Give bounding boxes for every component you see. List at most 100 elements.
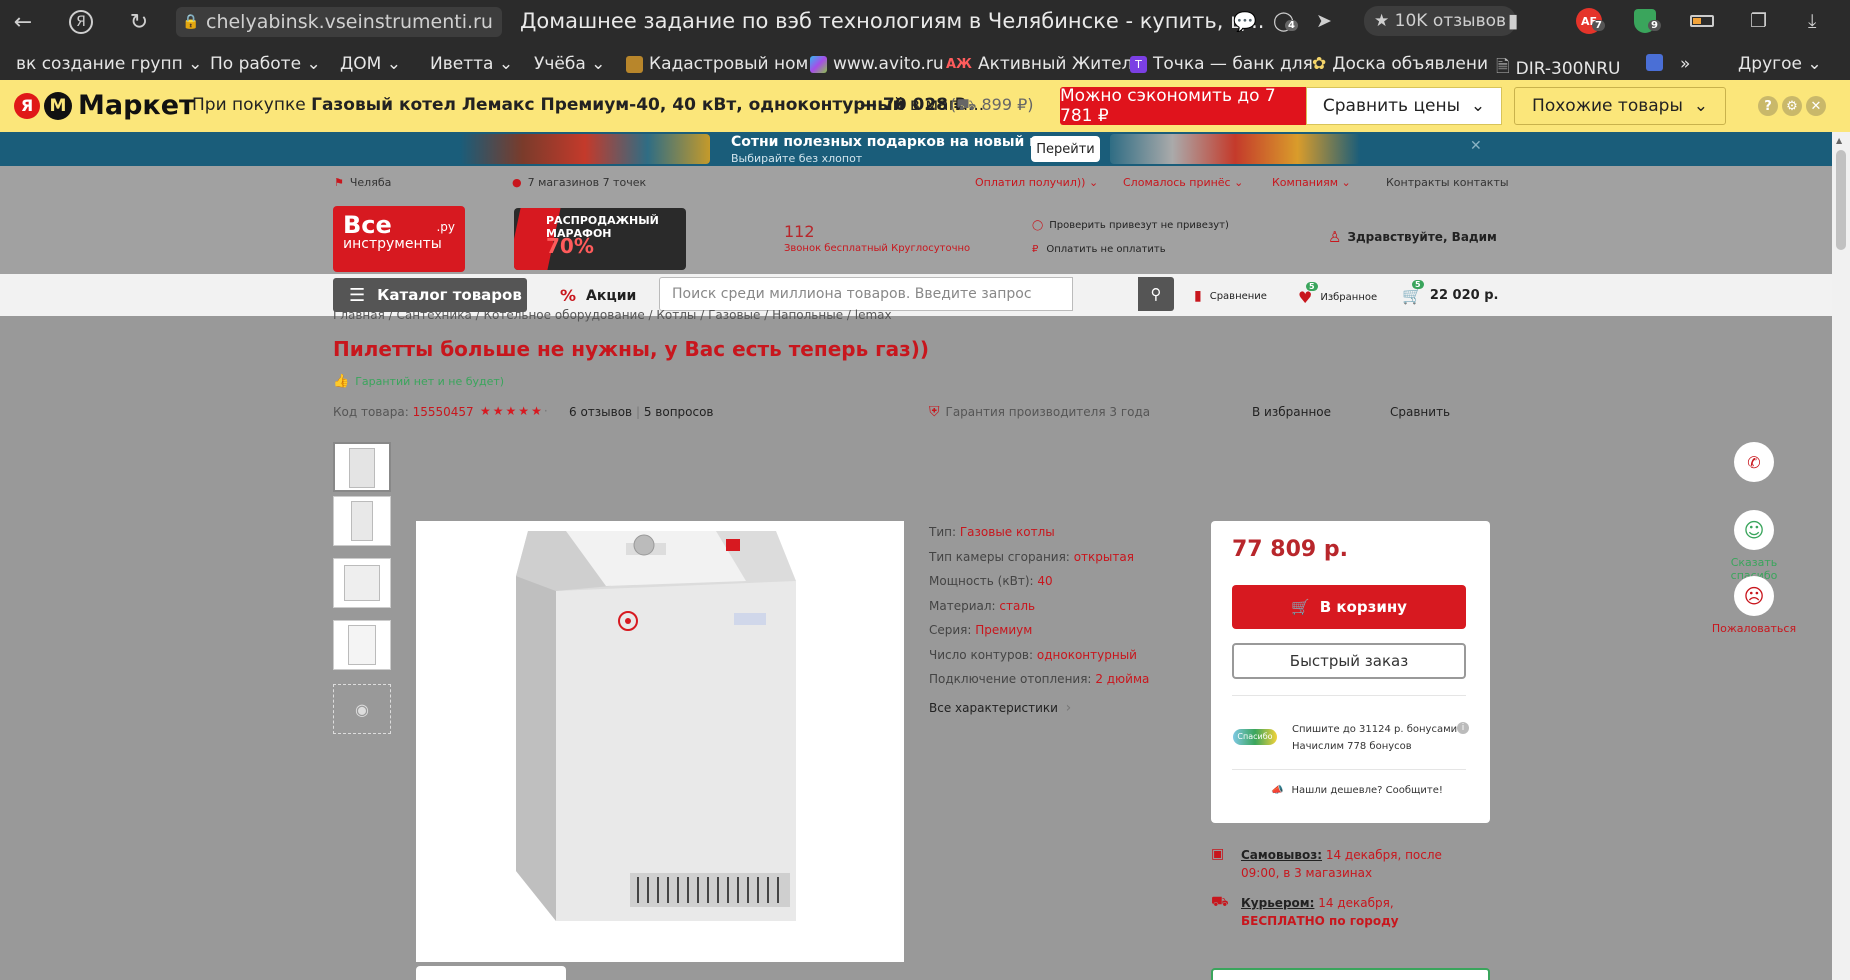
banner-go-button[interactable]: Перейти	[1031, 136, 1100, 162]
add-to-cart-button[interactable]: 🛒 В корзину	[1232, 585, 1466, 629]
close-icon[interactable]: ✕	[1806, 96, 1826, 116]
complain-label[interactable]: Пожаловаться	[1706, 622, 1802, 635]
bookmark-link[interactable]: ✿ Доска объявлени	[1312, 54, 1488, 74]
catalog-button[interactable]: ☰ Каталог товаров	[333, 278, 527, 312]
aliexpress-icon[interactable]: AE 7	[1576, 6, 1605, 36]
callback-button[interactable]: ✆	[1734, 442, 1774, 482]
bookmark-folder[interactable]: Учёба ⌄	[534, 54, 605, 74]
banner-close-icon[interactable]: ✕	[1470, 138, 1482, 154]
add-to-favorites-link[interactable]: В избранное	[1252, 405, 1331, 419]
phone-number[interactable]: 112	[784, 222, 815, 241]
sale-marathon-promo[interactable]: РАСПРОДАЖНЫЙ МАРАФОН 70%	[514, 208, 686, 270]
product-thumbnail[interactable]	[333, 558, 391, 608]
payment-link[interactable]: ₽ Оплатить не оплатить	[1032, 244, 1166, 255]
stores-link[interactable]: ● 7 магазинов 7 точек	[512, 176, 646, 189]
info-icon[interactable]: i	[1457, 722, 1469, 734]
found-cheaper-link[interactable]: 📣 Нашли дешевле? Сообщите!	[1271, 785, 1443, 796]
bookmark-link[interactable]: Кадастровый ном	[626, 54, 808, 74]
main-nav: ☰ Каталог товаров % Акции Поиск среди милл…	[0, 274, 1832, 316]
offer-prefix: При покупке	[192, 95, 306, 115]
bookmark-link[interactable]: www.avito.ru	[810, 54, 944, 74]
bookmark-app[interactable]	[1646, 54, 1669, 71]
delivery-check-link[interactable]: ◯ Проверить привезут не привезут)	[1032, 220, 1229, 231]
market-logo[interactable]: Я M Маркет	[14, 90, 195, 121]
rating-stars[interactable]: ★★★★★·	[480, 404, 550, 418]
site-logo[interactable]: Все инструменты .ру	[333, 206, 465, 272]
back-icon[interactable]: ←	[8, 7, 38, 37]
say-thanks-button[interactable]: ☺	[1734, 510, 1774, 550]
bookmark-link[interactable]: АЖ Активный Жител	[946, 54, 1132, 74]
product-main-image[interactable]	[416, 521, 904, 962]
shield-badge: 9	[1648, 20, 1661, 31]
camera-icon[interactable]: ◉	[333, 684, 391, 734]
address-bar[interactable]: 🔒 chelyabinsk.vseinstrumenti.ru	[176, 7, 502, 37]
bookmark-folder[interactable]: Иветта ⌄	[430, 54, 513, 74]
topline-link[interactable]: Контракты контакты	[1386, 176, 1509, 189]
search-input[interactable]: Поиск среди миллиона товаров. Введите за…	[659, 277, 1073, 311]
bookmark-folder[interactable]: ДОМ ⌄	[340, 54, 401, 74]
star-icon: ★	[492, 404, 506, 418]
product-thumbnail[interactable]	[333, 620, 391, 670]
spec-value[interactable]: Премиум	[975, 623, 1032, 637]
yandex-icon[interactable]: Я	[66, 7, 96, 37]
spec-value[interactable]: 40	[1037, 574, 1052, 588]
pickup-label[interactable]: Самовывоз:	[1241, 848, 1322, 862]
compare-link[interactable]: ▮ Сравнение	[1194, 288, 1267, 304]
spec-value[interactable]: открытая	[1074, 550, 1134, 564]
quick-order-button[interactable]: Быстрый заказ	[1232, 643, 1466, 679]
scrollbar[interactable]: ▲	[1832, 132, 1850, 980]
spec-value[interactable]: 2 дюйма	[1095, 672, 1149, 686]
spec-value[interactable]: одноконтурный	[1037, 648, 1137, 662]
reload-icon[interactable]: ↻	[124, 7, 154, 37]
document-icon: 🗎	[1496, 57, 1510, 77]
shield-green-icon[interactable]: 9	[1634, 6, 1661, 36]
bookmark-folder[interactable]: По работе ⌄	[210, 54, 321, 74]
breadcrumb[interactable]: Главная / Сантехника / Котельное оборудо…	[333, 308, 892, 322]
bookmark-folder-other[interactable]: Другое ⌄	[1738, 54, 1822, 74]
spec-value[interactable]: сталь	[999, 599, 1035, 613]
gift-decor-right	[1110, 134, 1360, 164]
bookmark-link[interactable]: 🗎 DIR-300NRU	[1496, 54, 1620, 83]
topline-link[interactable]: Сломалось принёс ⌄	[1123, 176, 1243, 189]
spec-row: Число контуров: одноконтурный	[929, 648, 1137, 662]
help-icon[interactable]: ?	[1758, 96, 1778, 116]
download-icon[interactable]: ⤓	[1808, 6, 1816, 36]
promo-link[interactable]: % Акции	[560, 286, 636, 305]
promo-banner[interactable]: Сотни полезных подарков на новый год Выб…	[0, 132, 1832, 166]
scroll-up-icon[interactable]: ▲	[1836, 136, 1842, 145]
add-to-compare-link[interactable]: Сравнить	[1390, 405, 1450, 419]
chevron-down-icon: ⌄	[1470, 96, 1486, 116]
scrollbar-thumb[interactable]	[1836, 150, 1846, 250]
battery-icon[interactable]	[1690, 6, 1714, 36]
shield-ext-icon[interactable]: ◯ 4	[1273, 6, 1298, 36]
spec-value[interactable]: Газовые котлы	[960, 525, 1055, 539]
compare-prices-button[interactable]: Сравнить цены ⌄	[1306, 87, 1502, 125]
collections-icon[interactable]: ❐	[1750, 6, 1767, 36]
topline-link[interactable]: Оплатил получил)) ⌄	[975, 176, 1098, 189]
chat-icon[interactable]: 💬	[1233, 6, 1257, 36]
topline-link[interactable]: Компаниям ⌄	[1272, 176, 1351, 189]
settings-icon[interactable]: ⚙	[1782, 96, 1802, 116]
product-thumbnail[interactable]	[333, 496, 391, 546]
search-button[interactable]: ⚲	[1138, 277, 1174, 311]
user-account[interactable]: ♙ Здравствуйте, Вадим	[1328, 228, 1497, 246]
favorites-link[interactable]: ♥ 5 Избранное	[1298, 282, 1377, 307]
questions-link[interactable]: 5 вопросов	[644, 405, 714, 419]
reviews-link[interactable]: 6 отзывов	[569, 405, 632, 419]
save-money-button[interactable]: Можно сэкономить до 7 781 ₽	[1060, 86, 1306, 126]
complain-button[interactable]: ☹	[1734, 576, 1774, 616]
city-selector[interactable]: ⚑ Челяба	[334, 176, 391, 189]
reviews-button[interactable]: ★ 10K отзывов	[1364, 6, 1517, 36]
cart-link[interactable]: 🛒 5 22 020 р.	[1402, 280, 1498, 305]
bookmark-link[interactable]: T Точка — банк для	[1130, 54, 1313, 74]
rocket-icon[interactable]: ➤	[1316, 6, 1332, 36]
product-thumbnail[interactable]	[333, 442, 391, 492]
all-specs-link[interactable]: Все характеристики ›	[929, 700, 1071, 716]
browser-chrome: ← Я ↻ 🔒 chelyabinsk.vseinstrumenti.ru До…	[0, 0, 1850, 80]
bookmark-icon[interactable]: ▮	[1508, 6, 1518, 36]
more-bookmarks-icon[interactable]: »	[1680, 54, 1690, 74]
courier-label[interactable]: Курьером:	[1241, 896, 1314, 910]
bookmark-folder[interactable]: вк создание групп ⌄	[16, 54, 202, 74]
spec-row: Тип: Газовые котлы	[929, 525, 1055, 539]
similar-products-button[interactable]: Похожие товары ⌄	[1514, 87, 1726, 125]
